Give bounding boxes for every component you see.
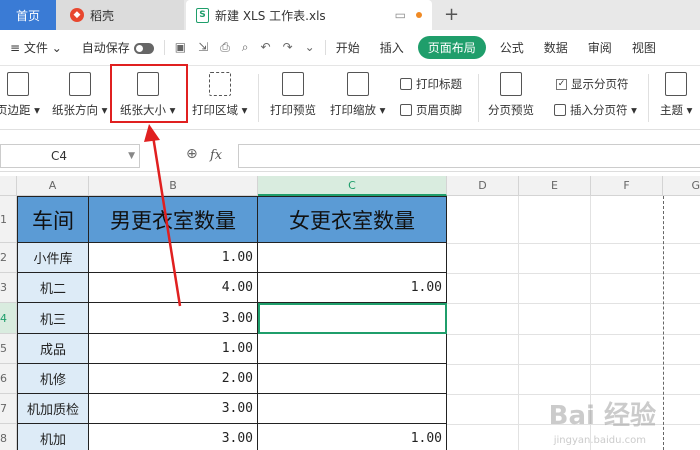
annotation-arrow-icon <box>144 124 182 307</box>
